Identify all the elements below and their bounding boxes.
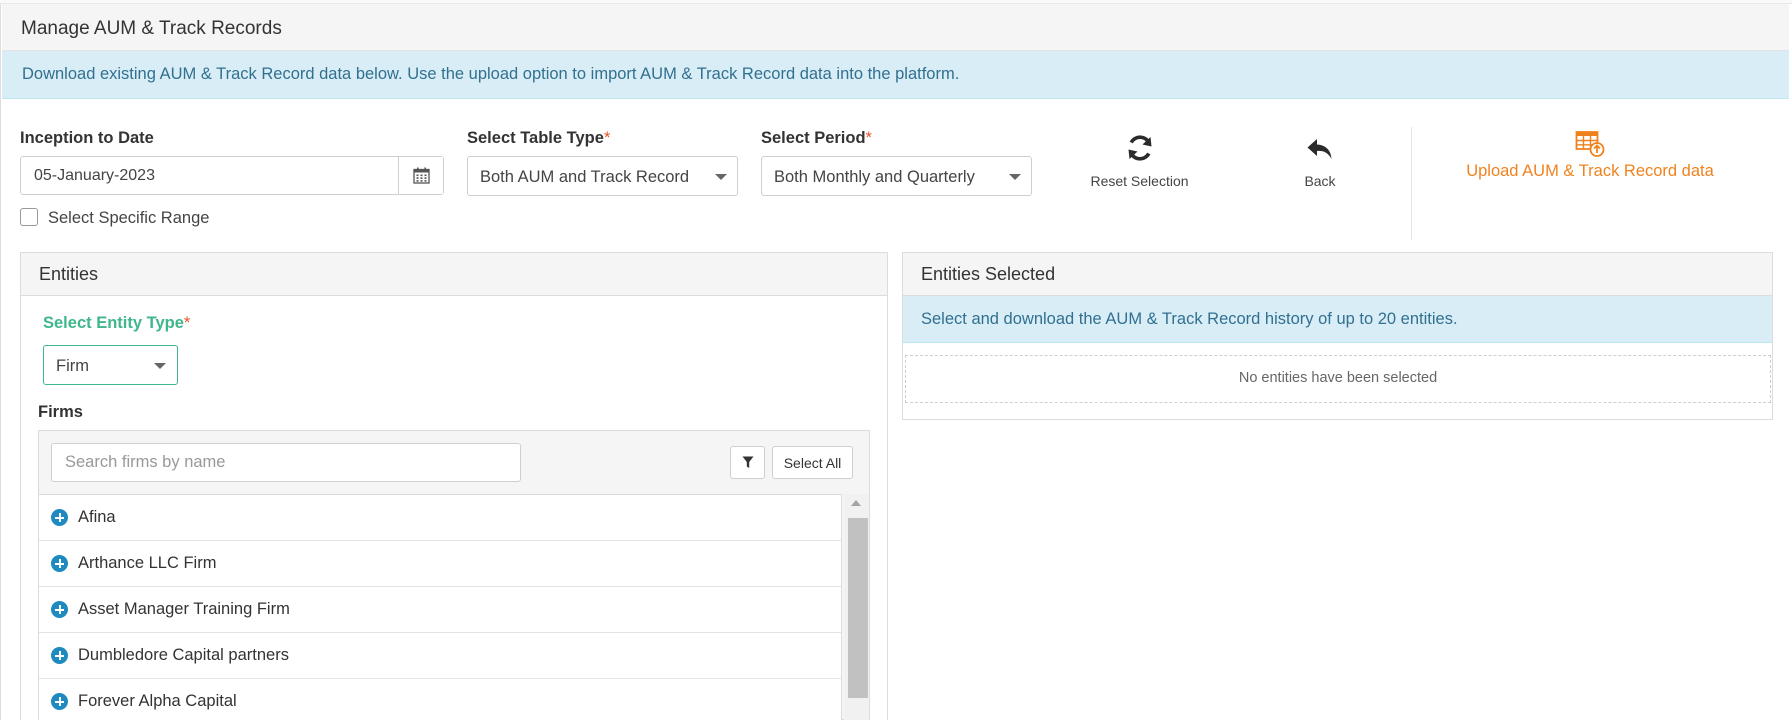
firm-name: Asset Manager Training Firm bbox=[78, 600, 290, 618]
inception-label: Inception to Date bbox=[20, 129, 154, 147]
period-label: Select Period* bbox=[761, 129, 872, 147]
info-banner-text: Download existing AUM & Track Record dat… bbox=[22, 65, 960, 83]
page-header: Manage AUM & Track Records bbox=[2, 4, 1789, 51]
firms-list-scrollbar[interactable] bbox=[844, 494, 869, 720]
chevron-down-icon bbox=[154, 363, 166, 369]
entity-type-label: Select Entity Type* bbox=[43, 314, 191, 332]
inception-date-field[interactable]: 05-January-2023 bbox=[20, 156, 444, 195]
add-circle-icon[interactable] bbox=[51, 601, 68, 618]
list-item[interactable]: Arthance LLC Firm bbox=[39, 541, 841, 587]
refresh-icon bbox=[1128, 135, 1151, 161]
entities-panel-header: Entities bbox=[21, 253, 887, 296]
add-circle-icon[interactable] bbox=[51, 693, 68, 710]
period-select[interactable]: Both Monthly and Quarterly bbox=[761, 156, 1032, 196]
table-type-value: Both AUM and Track Record bbox=[480, 168, 690, 186]
empty-state-text: No entities have been selected bbox=[1238, 370, 1438, 386]
period-value: Both Monthly and Quarterly bbox=[774, 168, 975, 186]
calendar-icon bbox=[412, 167, 430, 184]
reset-selection-label: Reset Selection bbox=[1090, 173, 1189, 189]
firms-list: Afina Arthance LLC Firm Asset Manager Tr… bbox=[39, 494, 842, 720]
scrollbar-thumb[interactable] bbox=[848, 518, 868, 698]
chevron-down-icon bbox=[1009, 174, 1021, 180]
add-circle-icon[interactable] bbox=[51, 509, 68, 526]
back-button[interactable]: Back bbox=[1289, 137, 1351, 189]
required-marker: * bbox=[865, 129, 872, 147]
firm-name: Afina bbox=[78, 508, 116, 526]
entities-selected-header: Entities Selected bbox=[903, 253, 1772, 296]
table-type-select[interactable]: Both AUM and Track Record bbox=[467, 156, 738, 196]
firms-label: Firms bbox=[38, 403, 83, 421]
entities-selected-panel: Entities Selected Select and download th… bbox=[902, 252, 1773, 420]
list-item[interactable]: Forever Alpha Capital bbox=[39, 679, 841, 720]
page-title: Manage AUM & Track Records bbox=[21, 18, 282, 39]
firm-name: Forever Alpha Capital bbox=[78, 692, 237, 710]
specific-range-checkbox[interactable] bbox=[20, 208, 38, 226]
reset-selection-button[interactable]: Reset Selection bbox=[1082, 133, 1197, 189]
scroll-up-arrow-icon[interactable] bbox=[851, 500, 861, 506]
back-label: Back bbox=[1304, 173, 1336, 189]
required-marker: * bbox=[603, 129, 611, 147]
add-circle-icon[interactable] bbox=[51, 555, 68, 572]
list-item[interactable]: Dumbledore Capital partners bbox=[39, 633, 841, 679]
list-item[interactable]: Asset Manager Training Firm bbox=[39, 587, 841, 633]
firms-list-container: Select All Afina Arthance LLC Firm Asset… bbox=[38, 430, 870, 720]
filter-button[interactable] bbox=[730, 446, 765, 479]
required-marker: * bbox=[183, 314, 191, 332]
table-type-label: Select Table Type* bbox=[467, 129, 611, 147]
firm-name: Arthance LLC Firm bbox=[78, 554, 217, 572]
chevron-down-icon bbox=[715, 174, 727, 180]
entities-panel-title: Entities bbox=[39, 264, 99, 284]
entity-type-value: Firm bbox=[56, 357, 89, 375]
reply-arrow-icon bbox=[1307, 139, 1332, 159]
entities-selected-title: Entities Selected bbox=[921, 264, 1056, 284]
calendar-button[interactable] bbox=[398, 157, 443, 194]
entities-selected-info-text: Select and download the AUM & Track Reco… bbox=[921, 310, 1458, 328]
inception-date-value: 05-January-2023 bbox=[34, 167, 155, 184]
table-upload-icon bbox=[1575, 131, 1605, 157]
filter-icon bbox=[742, 456, 753, 468]
select-all-button[interactable]: Select All bbox=[772, 446, 853, 479]
specific-range-label: Select Specific Range bbox=[48, 209, 210, 227]
info-banner: Download existing AUM & Track Record dat… bbox=[2, 51, 1789, 99]
search-firms-input[interactable] bbox=[51, 443, 521, 482]
list-item[interactable]: Afina bbox=[39, 495, 841, 541]
upload-aum-link[interactable]: Upload AUM & Track Record data bbox=[1455, 130, 1725, 181]
add-circle-icon[interactable] bbox=[51, 647, 68, 664]
firm-name: Dumbledore Capital partners bbox=[78, 646, 289, 664]
entities-selected-info: Select and download the AUM & Track Reco… bbox=[903, 296, 1772, 343]
upload-label: Upload AUM & Track Record data bbox=[1466, 162, 1714, 180]
toolbar-divider bbox=[1411, 127, 1412, 240]
selected-entities-dropzone: No entities have been selected bbox=[905, 355, 1771, 403]
entity-type-select[interactable]: Firm bbox=[43, 345, 178, 385]
